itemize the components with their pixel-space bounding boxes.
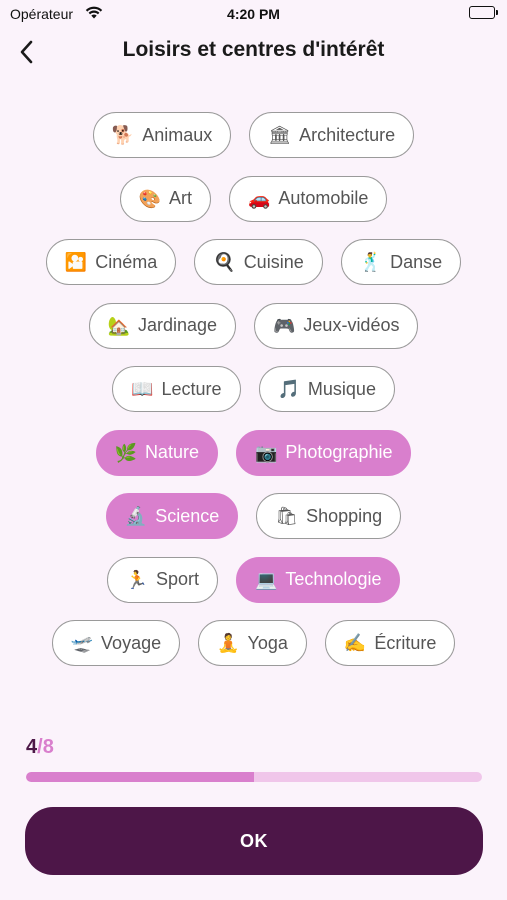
game-controller-icon: 🎮 (273, 315, 296, 336)
chip-row: 🛫 Voyage 🧘 Yoga ✍ Écriture (0, 620, 507, 666)
interest-chip-automobile[interactable]: 🚗 Automobile (228, 175, 388, 222)
interest-chip-technologie[interactable]: 💻 Technologie (235, 556, 401, 603)
chip-label: Shopping (306, 505, 383, 526)
header: Loisirs et centres d'intérêt (0, 30, 507, 74)
chip-label: Art (168, 188, 192, 208)
house-garden-icon: 🏡 (107, 315, 130, 336)
interest-chip-architecture[interactable]: 🏛 Architecture (249, 112, 415, 158)
chip-label: Cuisine (243, 251, 304, 272)
chip-label: Sport (155, 569, 199, 589)
ok-button[interactable]: OK (25, 807, 483, 875)
yoga-icon: 🧘 (217, 633, 240, 653)
progress-counter: 4/8 (26, 736, 54, 759)
chip-label: Automobile (278, 188, 369, 208)
palette-icon: 🎨 (138, 188, 161, 209)
interest-chip-cinema[interactable]: 🎦 Cinéma (45, 239, 177, 285)
interest-chip-sport[interactable]: 🏃 Sport (106, 556, 218, 603)
interest-chip-animaux[interactable]: 🐕 Animaux (92, 112, 232, 158)
progress-bar (26, 772, 482, 782)
chip-label: Danse (390, 251, 443, 272)
chip-label: Cinéma (95, 251, 158, 272)
status-bar: Opérateur 4:20 PM (0, 0, 507, 30)
chip-label: Animaux (142, 124, 213, 145)
chip-label: Architecture (299, 124, 396, 145)
progress-current: 4 (26, 736, 38, 758)
chip-row: 📖 Lecture 🎵 Musique (0, 366, 507, 412)
chip-label: Jeux-vidéos (303, 315, 400, 335)
chip-label: Musique (307, 378, 376, 399)
interest-chip-jardinage[interactable]: 🏡 Jardinage (88, 302, 236, 349)
chip-label: Écriture (374, 632, 437, 653)
page-title: Loisirs et centres d'intérêt (122, 38, 385, 61)
progress-total: 8 (42, 736, 54, 758)
airplane-icon: 🛫 (70, 633, 94, 653)
interest-chips: 🐕 Animaux 🏛 Architecture 🎨 Art 🚗 Automobile 🎦 Cin… (0, 112, 507, 684)
chip-label: Voyage (101, 632, 162, 653)
dancer-icon: 🕺 (359, 252, 383, 272)
book-icon: 📖 (131, 379, 154, 399)
chip-label: Photographie (285, 442, 393, 462)
chip-label: Nature (144, 442, 199, 462)
chip-row: 🔬 Science 🛍 Shopping (0, 493, 507, 539)
dog-icon: 🐕 (111, 125, 135, 145)
chip-row: 🐕 Animaux 🏛 Architecture (0, 112, 507, 158)
microscope-icon: 🔬 (124, 506, 148, 526)
interest-chip-ecriture[interactable]: ✍ Écriture (324, 620, 456, 666)
interest-chip-lecture[interactable]: 📖 Lecture (112, 366, 241, 412)
interest-chip-danse[interactable]: 🕺 Danse (340, 239, 462, 285)
interest-chip-musique[interactable]: 🎵 Musique (258, 366, 395, 412)
interest-chip-cuisine[interactable]: 🍳 Cuisine (194, 239, 323, 285)
chip-label: Science (155, 505, 220, 526)
chip-label: Jardinage (137, 315, 217, 335)
progress-bar-fill (26, 772, 254, 782)
interest-chip-art[interactable]: 🎨 Art (119, 175, 211, 222)
back-button[interactable] (10, 34, 42, 70)
cinema-icon: 🎦 (64, 252, 88, 272)
chip-label: Lecture (161, 378, 222, 399)
battery-icon (469, 6, 498, 19)
frying-pan-icon: 🍳 (213, 252, 236, 272)
interest-chip-science[interactable]: 🔬 Science (105, 493, 239, 539)
interest-chip-photographie[interactable]: 📷 Photographie (235, 429, 412, 476)
car-icon: 🚗 (247, 188, 271, 209)
chip-row: 🎨 Art 🚗 Automobile (0, 175, 507, 222)
writing-hand-icon: ✍ (343, 633, 367, 653)
camera-icon: 📷 (254, 442, 278, 463)
chip-row: 🏡 Jardinage 🎮 Jeux-vidéos (0, 302, 507, 349)
runner-icon: 🏃 (125, 569, 148, 590)
interest-chip-jeux-videos[interactable]: 🎮 Jeux-vidéos (254, 302, 419, 349)
status-time: 4:20 PM (227, 6, 280, 22)
chevron-left-icon (20, 40, 33, 64)
chip-label: Technologie (285, 569, 382, 589)
leaf-icon: 🌿 (114, 442, 137, 463)
music-note-icon: 🎵 (277, 379, 300, 399)
interest-chip-voyage[interactable]: 🛫 Voyage (51, 620, 181, 666)
building-icon: 🏛 (268, 125, 292, 145)
laptop-icon: 💻 (254, 569, 278, 590)
chip-row: 🎦 Cinéma 🍳 Cuisine 🕺 Danse (0, 239, 507, 285)
shopping-bags-icon: 🛍 (275, 506, 299, 526)
interest-chip-shopping[interactable]: 🛍 Shopping (256, 493, 402, 539)
chip-row: 🏃 Sport 💻 Technologie (0, 556, 507, 603)
interest-chip-nature[interactable]: 🌿 Nature (95, 429, 218, 476)
interest-chip-yoga[interactable]: 🧘 Yoga (198, 620, 307, 666)
chip-row: 🌿 Nature 📷 Photographie (0, 429, 507, 476)
chip-label: Yoga (247, 632, 288, 653)
